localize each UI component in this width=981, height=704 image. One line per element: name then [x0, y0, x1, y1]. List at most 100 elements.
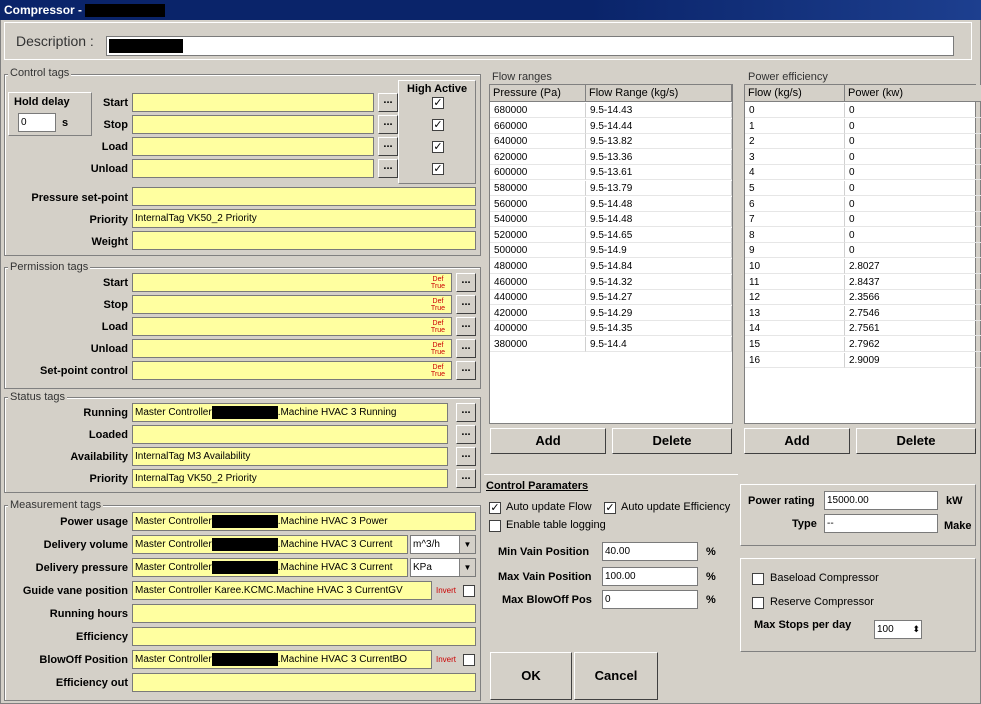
control-load-input[interactable]: [132, 137, 374, 156]
status-tags-priority-input[interactable]: InternalTag VK50_2 Priority: [132, 469, 448, 488]
power-delete-button[interactable]: Delete: [856, 428, 976, 454]
flow-delete-button[interactable]: Delete: [612, 428, 732, 454]
auto-update-flow-checkbox[interactable]: ✓: [489, 502, 501, 514]
auto-update-efficiency-checkbox[interactable]: ✓: [604, 502, 616, 514]
table-logging-checkbox[interactable]: [489, 520, 501, 532]
table-cell: 4: [745, 165, 845, 181]
control-start-high-active-checkbox[interactable]: ✓: [432, 97, 444, 109]
priority-input[interactable]: InternalTag VK50_2 Priority: [132, 209, 476, 228]
max-stops-spinner[interactable]: 100 ⬍: [874, 620, 922, 639]
measurement-tags-blowoff-position-label: BlowOff Position: [39, 654, 128, 666]
status-running-browse-button[interactable]: ...: [456, 403, 476, 422]
status-loaded-browse-button[interactable]: ...: [456, 425, 476, 444]
status-tags-running-input[interactable]: Master Controller .Machine HVAC 3 Running: [132, 403, 448, 422]
make-label: Make: [944, 520, 972, 532]
chevron-down-icon[interactable]: ▼: [459, 559, 475, 576]
measurement-tags-power-usage-input[interactable]: Master Controller .Machine HVAC 3 Power: [132, 512, 476, 531]
pressure-setpoint-input[interactable]: [132, 187, 476, 206]
control-start-browse-button[interactable]: ...: [378, 93, 398, 112]
type-label: Type: [792, 518, 817, 530]
min-vain-input[interactable]: 40.00: [602, 542, 698, 561]
control-load-high-active-checkbox[interactable]: ✓: [432, 141, 444, 153]
measurement-tags-delivery-pressure-input[interactable]: Master Controller .Machine HVAC 3 Current: [132, 558, 408, 577]
weight-input[interactable]: [132, 231, 476, 250]
high-active-label: High Active: [407, 83, 468, 95]
measurement-tags-guide-vane-position-input[interactable]: Master Controller Karee.KCMC.Machine HVA…: [132, 581, 432, 600]
ok-button[interactable]: OK: [490, 652, 572, 700]
table-cell: 7: [745, 212, 845, 228]
measurement-tags-efficiency-out-input[interactable]: [132, 673, 476, 692]
permission-start-input[interactable]: [132, 273, 452, 292]
table-cell: 0: [845, 243, 981, 259]
control-stop-high-active-checkbox[interactable]: ✓: [432, 119, 444, 131]
measurement-tags-blowoff-position-input[interactable]: Master Controller .Machine HVAC 3 Current…: [132, 650, 432, 669]
table-cell: 520000: [490, 227, 586, 243]
hold-delay-input[interactable]: 0: [18, 113, 56, 132]
status-priority-browse-button[interactable]: ...: [456, 469, 476, 488]
control-start-input[interactable]: [132, 93, 374, 112]
table-cell: 440000: [490, 290, 586, 306]
max-blowoff-input[interactable]: 0: [602, 590, 698, 609]
control-load-browse-button[interactable]: ...: [378, 137, 398, 156]
measurement-guide-vane-position-invert-checkbox[interactable]: [463, 585, 475, 597]
permission-set-point-control-browse-button[interactable]: ...: [456, 361, 476, 380]
control-stop-label: Stop: [103, 119, 128, 131]
status-tags-availability-input[interactable]: InternalTag M3 Availability: [132, 447, 448, 466]
table-cell: 0: [845, 150, 981, 165]
status-availability-browse-button[interactable]: ...: [456, 447, 476, 466]
power-efficiency-label: Power efficiency: [746, 71, 830, 83]
table-cell: 2.3566: [845, 290, 981, 306]
permission-set-point-control-input[interactable]: [132, 361, 452, 380]
control-stop-browse-button[interactable]: ...: [378, 115, 398, 134]
type-input[interactable]: --: [824, 514, 938, 533]
reserve-checkbox[interactable]: [752, 597, 764, 609]
redacted-block: [211, 537, 278, 551]
table-cell: 9.5-13.79: [586, 181, 732, 196]
table-cell: 9.5-14.84: [586, 259, 732, 274]
table-cell: 9: [745, 243, 845, 259]
power-add-button[interactable]: Add: [744, 428, 850, 454]
permission-unload-input[interactable]: [132, 339, 452, 358]
table-cell: 16: [745, 352, 845, 368]
permission-unload-browse-button[interactable]: ...: [456, 339, 476, 358]
chevron-down-icon[interactable]: ▼: [459, 536, 475, 553]
table-cell: 500000: [490, 243, 586, 259]
permission-start-browse-button[interactable]: ...: [456, 273, 476, 292]
spinner-arrows-icon[interactable]: ⬍: [912, 621, 920, 638]
permission-stop-input[interactable]: [132, 295, 452, 314]
measurement-tags-delivery-volume-label: Delivery volume: [43, 539, 128, 551]
control-load-label: Load: [101, 141, 128, 153]
measurement-tags-efficiency-input[interactable]: [132, 627, 476, 646]
table-cell: 9.5-14.9: [586, 243, 732, 259]
baseload-checkbox[interactable]: [752, 573, 764, 585]
flow-add-button[interactable]: Add: [490, 428, 606, 454]
table-cell: 580000: [490, 181, 586, 196]
min-vain-unit: %: [706, 546, 716, 558]
measurement-delivery-volume-unit-select[interactable]: m^3/h ▼: [410, 535, 476, 554]
permission-load-browse-button[interactable]: ...: [456, 317, 476, 336]
control-params-title: Control Paramaters: [486, 480, 589, 492]
control-unload-label: Unload: [90, 163, 128, 175]
control-stop-input[interactable]: [132, 115, 374, 134]
max-vain-input[interactable]: 100.00: [602, 567, 698, 586]
measurement-tags-running-hours-input[interactable]: [132, 604, 476, 623]
measurement-blowoff-position-invert-checkbox[interactable]: [463, 654, 475, 666]
permission-load-input[interactable]: [132, 317, 452, 336]
table-cell: 460000: [490, 274, 586, 290]
measurement-tags-delivery-volume-input[interactable]: Master Controller .Machine HVAC 3 Current: [132, 535, 408, 554]
tag-suffix: .Machine HVAC 3 Current: [277, 539, 393, 550]
status-tags-priority-label: Priority: [89, 473, 128, 485]
permission-stop-browse-button[interactable]: ...: [456, 295, 476, 314]
status-tags-loaded-input[interactable]: [132, 425, 448, 444]
control-unload-browse-button[interactable]: ...: [378, 159, 398, 178]
measurement-tags-power-usage-label: Power usage: [60, 516, 128, 528]
power-rating-input[interactable]: 15000.00: [824, 491, 938, 510]
table-cell: 9.5-13.82: [586, 134, 732, 150]
measurement-delivery-pressure-unit-select[interactable]: KPa ▼: [410, 558, 476, 577]
table-cell: 10: [745, 259, 845, 274]
max-vain-label: Max Vain Position: [498, 571, 592, 583]
control-unload-high-active-checkbox[interactable]: ✓: [432, 163, 444, 175]
control-unload-input[interactable]: [132, 159, 374, 178]
cancel-button[interactable]: Cancel: [574, 652, 658, 700]
description-input[interactable]: [106, 36, 954, 56]
